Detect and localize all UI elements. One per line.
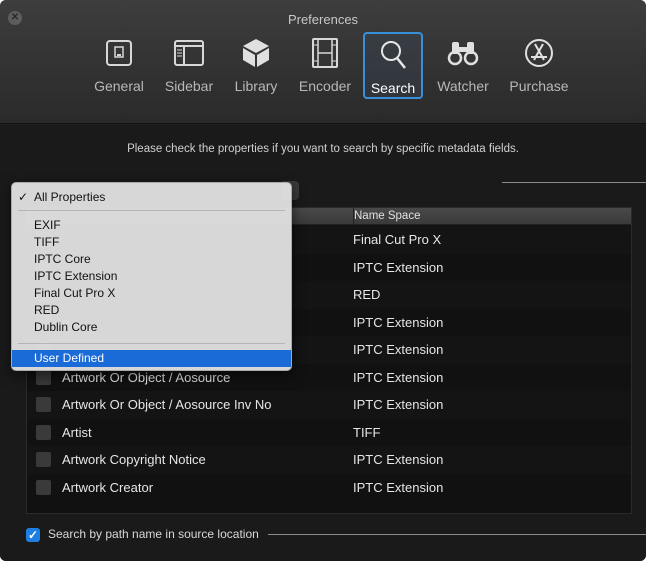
divider [502, 182, 646, 183]
tab-sidebar[interactable]: Sidebar [160, 32, 218, 100]
menu-item-user-defined[interactable]: User Defined [12, 350, 291, 367]
row-checkbox[interactable] [36, 397, 51, 412]
tab-library[interactable]: Library [228, 32, 284, 100]
property-namespace: IPTC Extension [353, 369, 444, 385]
table-row[interactable]: Artwork Copyright Notice IPTC Extension [27, 446, 631, 474]
property-namespace: IPTC Extension [353, 397, 444, 412]
row-checkbox[interactable] [36, 452, 51, 467]
sidebar-icon [174, 40, 204, 66]
window-title: Preferences [287, 12, 359, 27]
menu-item-label: RED [34, 303, 60, 317]
property-name: Artwork Copyright Notice [62, 452, 206, 467]
tab-encoder[interactable]: Encoder [295, 32, 355, 100]
library-icon [243, 39, 269, 67]
property-namespace: IPTC Extension [353, 342, 444, 357]
property-namespace: RED [353, 287, 381, 302]
encoder-icon [312, 38, 338, 68]
search-icon [381, 41, 406, 69]
table-row[interactable]: Artwork Or Object / Aosource Inv No IPTC … [27, 391, 631, 419]
property-name: Artwork Creator [62, 479, 154, 495]
property-name: Artist [62, 424, 92, 440]
tab-search[interactable]: Search [363, 32, 423, 99]
property-namespace: IPTC Extension [353, 452, 444, 467]
menu-separator [18, 210, 285, 211]
menu-item-label: User Defined [34, 351, 105, 365]
row-checkbox[interactable] [36, 369, 51, 385]
menu-item-dublin-core[interactable]: Dublin Core [12, 319, 291, 336]
row-checkbox[interactable] [36, 479, 51, 495]
property-namespace: IPTC Extension [353, 479, 444, 495]
menu-item-label: All Properties [34, 190, 106, 204]
property-namespace: TIFF [353, 424, 381, 440]
tab-watcher[interactable]: Watcher [432, 32, 494, 100]
binoculars-icon [447, 42, 479, 66]
property-namespace: Final Cut Pro X [353, 232, 442, 247]
divider [268, 534, 646, 535]
menu-item-iptc-core[interactable]: IPTC Core [12, 251, 291, 268]
property-filter-menu: ✓ All Properties EXIF TIFF IPTC Core IPTC Ext… [11, 182, 292, 371]
menu-item-red[interactable]: RED [12, 302, 291, 319]
general-icon [106, 40, 132, 66]
menu-item-all-properties[interactable]: ✓ All Properties [12, 189, 291, 206]
menu-separator [18, 343, 285, 344]
checkmark-icon: ✓ [18, 190, 29, 204]
instruction-text: Please check the properties if you want … [127, 143, 519, 155]
search-by-path-label: Search by path name in source location [48, 527, 259, 541]
menu-item-label: EXIF [34, 218, 61, 232]
menu-item-label: Final Cut Pro X [34, 286, 116, 300]
menu-item-label: IPTC Core [34, 252, 91, 266]
toolbar: ✕ Preferences General Sidebar Library En… [0, 0, 646, 124]
menu-item-tiff[interactable]: TIFF [12, 234, 291, 251]
menu-item-iptc-extension[interactable]: IPTC Extension [12, 268, 291, 285]
tab-purchase[interactable]: Purchase [506, 32, 572, 100]
table-row[interactable]: Artwork Creator IPTC Extension [27, 474, 631, 502]
property-namespace: IPTC Extension [353, 259, 444, 275]
table-row[interactable]: Artist TIFF [27, 419, 631, 447]
property-name: Artwork Or Object / Aosource Inv No [62, 397, 272, 412]
preferences-window: ✕ Preferences General Sidebar Library En… [0, 0, 646, 561]
menu-item-final-cut-pro-x[interactable]: Final Cut Pro X [12, 285, 291, 302]
app-store-icon [525, 39, 553, 67]
menu-item-label: Dublin Core [34, 320, 98, 334]
menu-item-exif[interactable]: EXIF [12, 217, 291, 234]
tab-general[interactable]: General [90, 32, 148, 100]
column-header-namespace[interactable]: Name Space [353, 208, 420, 225]
menu-item-label: IPTC Extension [34, 269, 118, 283]
property-namespace: IPTC Extension [353, 314, 444, 330]
row-checkbox[interactable] [36, 424, 51, 440]
search-by-path-checkbox[interactable]: ✓ [26, 528, 40, 542]
menu-item-label: TIFF [34, 235, 60, 249]
